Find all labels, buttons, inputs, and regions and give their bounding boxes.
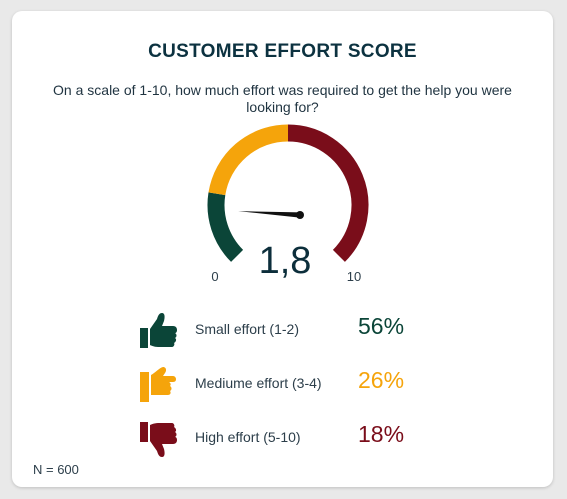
thumbs-sideways-icon <box>140 367 176 402</box>
legend-row-small-effort: Small effort (1-2) 56% <box>12 308 553 352</box>
legend-percent-medium-effort: 26% <box>358 367 405 393</box>
sample-size-label: N = 600 <box>33 462 79 477</box>
legend-percent-high-effort: 18% <box>358 421 405 447</box>
gauge-min-label: 0 <box>211 269 218 284</box>
gauge-needle-hub <box>296 211 304 219</box>
thumbs-up-icon <box>140 313 177 348</box>
gauge-chart: 1,8 0 10 <box>207 124 369 284</box>
gauge-value: 1,8 <box>259 240 312 282</box>
gauge-band-1 <box>208 124 289 196</box>
gauge-needle <box>238 211 301 218</box>
thumbs-down-icon <box>140 422 177 457</box>
gauge-max-label: 10 <box>347 269 361 284</box>
legend-label-medium-effort: Mediume effort (3-4) <box>195 375 322 391</box>
legend-label-high-effort: High effort (5-10) <box>195 429 301 445</box>
legend-percent-small-effort: 56% <box>358 313 405 339</box>
legend-row-high-effort: High effort (5-10) 18% <box>12 416 553 460</box>
effort-score-card: CUSTOMER EFFORT SCORE On a scale of 1-10… <box>12 11 553 487</box>
gauge-band-2 <box>287 124 369 262</box>
legend-row-medium-effort: Mediume effort (3-4) 26% <box>12 362 553 406</box>
legend-label-small-effort: Small effort (1-2) <box>195 321 299 337</box>
gauge-band-0 <box>207 192 244 262</box>
